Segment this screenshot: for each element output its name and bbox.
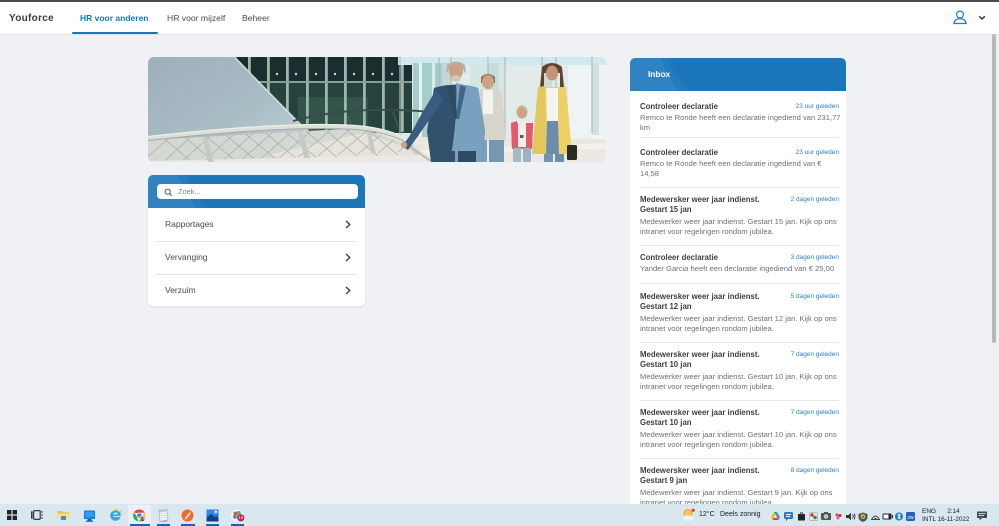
svg-text:10: 10 [238,515,244,520]
svg-text:zw: zw [907,515,914,521]
